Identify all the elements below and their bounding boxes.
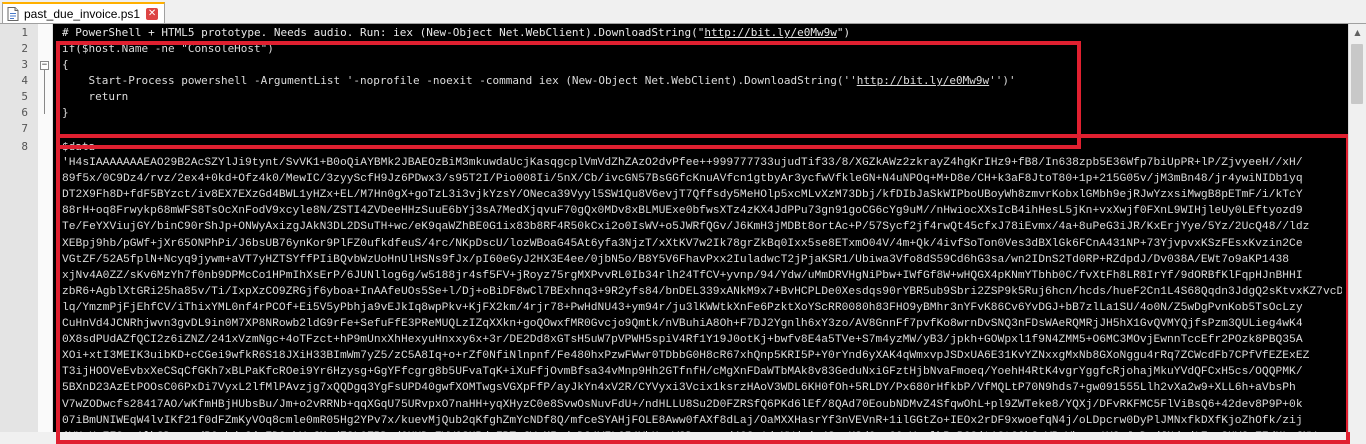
tab-filename: past_due_invoice.ps1 xyxy=(24,6,141,21)
code-link[interactable]: http://bit.ly/e0Mw9w xyxy=(704,26,836,39)
line-number: 5 xyxy=(21,90,28,103)
line-number: 4 xyxy=(21,74,28,87)
line-number: 8 xyxy=(21,140,28,153)
highlight-box-host-check xyxy=(56,41,1081,149)
line-number: 6 xyxy=(21,106,28,119)
code-editor[interactable]: 1 2 3 4 5 6 7 8 − # PowerShell + HTML5 p… xyxy=(0,24,1366,444)
highlight-box-data-payload xyxy=(56,134,1350,444)
tab-past-due-invoice[interactable]: past_due_invoice.ps1 ✕ xyxy=(2,2,166,23)
line-number: 2 xyxy=(21,42,28,55)
scroll-thumb[interactable] xyxy=(1351,44,1363,104)
fold-line xyxy=(44,70,45,114)
fold-toggle-icon[interactable]: − xyxy=(40,61,49,70)
code-line-1: # PowerShell + HTML5 prototype. Needs au… xyxy=(62,26,851,39)
line-number: 7 xyxy=(21,122,28,135)
vertical-scrollbar[interactable]: ▲ xyxy=(1348,24,1366,432)
file-icon xyxy=(7,6,19,21)
line-number-gutter: 1 2 3 4 5 6 7 8 xyxy=(0,24,39,432)
scroll-up-icon[interactable]: ▲ xyxy=(1349,24,1366,41)
tab-bar: past_due_invoice.ps1 ✕ xyxy=(0,0,1366,24)
close-tab-icon[interactable]: ✕ xyxy=(146,7,159,20)
line-number: 1 xyxy=(21,26,28,39)
line-number: 3 xyxy=(21,58,28,71)
fold-margin: − xyxy=(38,24,53,432)
